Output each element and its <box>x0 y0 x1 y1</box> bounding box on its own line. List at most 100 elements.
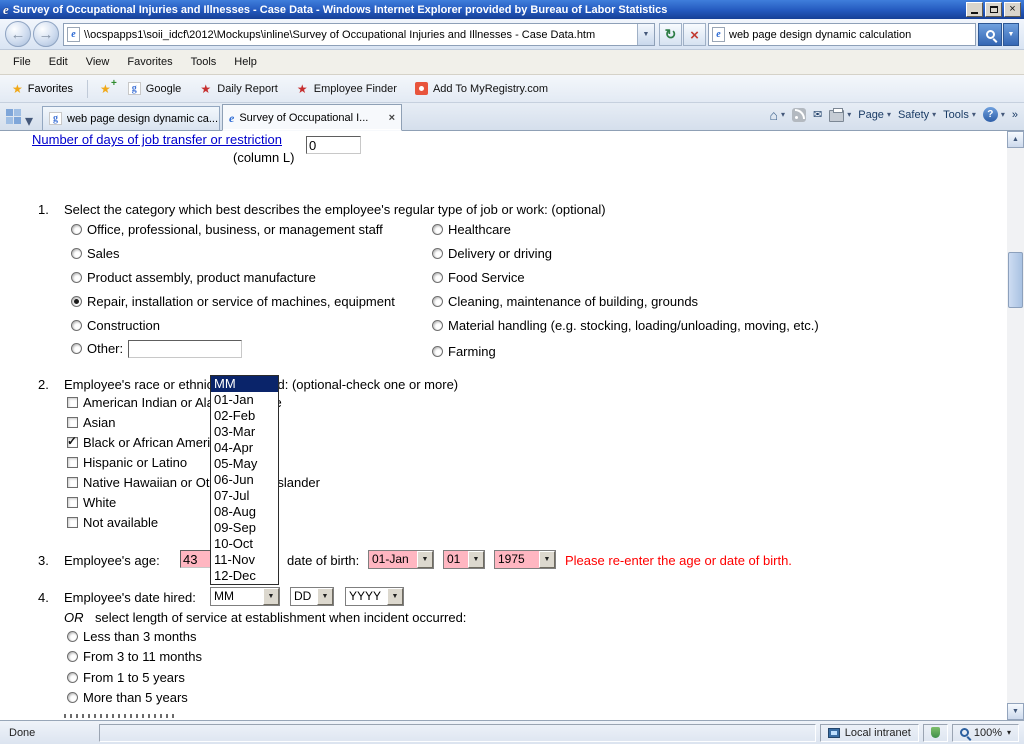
feeds-button[interactable] <box>792 108 806 122</box>
dropdown-option[interactable]: 05-May <box>211 456 278 472</box>
other-input[interactable] <box>128 340 242 358</box>
checkbox-icon[interactable] <box>67 397 78 408</box>
dob-day-select[interactable]: 01 <box>443 550 485 569</box>
radio-icon[interactable] <box>67 692 78 703</box>
dropdown-option[interactable]: 08-Aug <box>211 504 278 520</box>
radio-icon[interactable] <box>71 296 82 307</box>
dropdown-option[interactable]: 02-Feb <box>211 408 278 424</box>
days-transfer-input[interactable] <box>306 136 361 154</box>
checkbox-icon[interactable] <box>67 417 78 428</box>
back-button[interactable] <box>5 21 31 47</box>
tab-active[interactable]: e Survey of Occupational I... <box>222 104 402 131</box>
checkbox-icon[interactable] <box>67 517 78 528</box>
dob-year-select[interactable]: 1975 <box>494 550 556 569</box>
favorite-myregistry[interactable]: Add To MyRegistry.com <box>410 79 553 98</box>
radio-icon[interactable] <box>432 296 443 307</box>
checkbox-icon[interactable] <box>67 477 78 488</box>
scroll-up-button[interactable] <box>1007 131 1024 148</box>
vertical-scrollbar[interactable] <box>1007 131 1024 720</box>
close-button[interactable] <box>1004 2 1021 17</box>
menu-help[interactable]: Help <box>225 52 266 72</box>
search-input[interactable]: web page design dynamic calculation <box>729 29 911 41</box>
dropdown-option[interactable]: 09-Sep <box>211 520 278 536</box>
home-button[interactable] <box>770 109 785 121</box>
hired-day-select[interactable]: DD <box>290 587 334 606</box>
maximize-button[interactable] <box>985 2 1002 17</box>
dropdown-option[interactable]: 11-Nov <box>211 552 278 568</box>
chevron-down-icon[interactable] <box>387 588 403 605</box>
q4-option[interactable]: From 1 to 5 years <box>67 669 185 686</box>
q2-option[interactable]: Hispanic or Latino <box>67 454 187 471</box>
dob-month-select[interactable]: 01-Jan <box>368 550 434 569</box>
address-url[interactable]: \\ocspapps1\soii_idcf\2012\Mockups\inlin… <box>84 29 633 41</box>
page-menu-button[interactable]: Page <box>858 109 891 121</box>
chevron-down-icon[interactable] <box>317 588 333 605</box>
read-mail-button[interactable] <box>813 108 822 121</box>
q2-option[interactable]: Native Hawaiian or Other Pacific Islande… <box>67 474 320 491</box>
scrollbar-thumb[interactable] <box>1008 252 1023 308</box>
dropdown-option-selected[interactable]: MM <box>211 376 278 392</box>
q4-option[interactable]: From 3 to 11 months <box>67 648 202 665</box>
toolbar-overflow-button[interactable] <box>1012 109 1018 121</box>
radio-icon[interactable] <box>71 320 82 331</box>
q2-option[interactable]: Black or African American <box>67 434 231 451</box>
search-options-button[interactable] <box>1003 23 1019 46</box>
print-button[interactable] <box>829 108 851 122</box>
q2-option[interactable]: Not available <box>67 514 158 531</box>
q1-option[interactable]: Material handling (e.g. stocking, loadin… <box>432 317 819 334</box>
address-dropdown-button[interactable] <box>637 24 654 45</box>
q1-option[interactable]: Healthcare <box>432 221 511 238</box>
zoom-control[interactable]: 100% <box>952 724 1019 742</box>
safety-menu-button[interactable]: Safety <box>898 109 936 121</box>
radio-icon[interactable] <box>67 672 78 683</box>
radio-icon[interactable] <box>432 224 443 235</box>
close-tab-button[interactable] <box>389 112 395 124</box>
dropdown-option[interactable]: 07-Jul <box>211 488 278 504</box>
month-dropdown-list[interactable]: MM 01-Jan 02-Feb 03-Mar 04-Apr 05-May 06… <box>210 375 279 585</box>
search-button[interactable] <box>978 23 1002 46</box>
radio-icon[interactable] <box>432 320 443 331</box>
q4-option[interactable]: Less than 3 months <box>67 628 196 645</box>
radio-icon[interactable] <box>67 651 78 662</box>
radio-icon[interactable] <box>71 343 82 354</box>
favorite-daily-report[interactable]: Daily Report <box>194 79 283 98</box>
chevron-down-icon[interactable] <box>263 588 279 605</box>
dropdown-option[interactable]: 06-Jun <box>211 472 278 488</box>
hired-month-select[interactable]: MM <box>210 587 280 606</box>
q4-option[interactable]: More than 5 years <box>67 689 188 706</box>
chevron-down-icon[interactable] <box>539 551 555 568</box>
favorite-google[interactable]: Google <box>123 79 186 98</box>
radio-icon[interactable] <box>432 272 443 283</box>
menu-tools[interactable]: Tools <box>182 52 226 72</box>
q1-option[interactable]: Cleaning, maintenance of building, groun… <box>432 293 698 310</box>
q1-option[interactable]: Repair, installation or service of machi… <box>71 293 395 310</box>
hired-year-select[interactable]: YYYY <box>345 587 404 606</box>
radio-icon[interactable] <box>432 248 443 259</box>
stop-button[interactable] <box>683 23 706 46</box>
search-box[interactable]: e web page design dynamic calculation <box>708 23 976 46</box>
radio-icon[interactable] <box>67 631 78 642</box>
dropdown-option[interactable]: 10-Oct <box>211 536 278 552</box>
menu-view[interactable]: View <box>77 52 119 72</box>
scroll-down-button[interactable] <box>1007 703 1024 720</box>
refresh-button[interactable] <box>659 23 682 46</box>
favorites-button[interactable]: Favorites <box>6 79 79 99</box>
q1-option[interactable]: Product assembly, product manufacture <box>71 269 316 286</box>
q1-option[interactable]: Food Service <box>432 269 525 286</box>
radio-icon[interactable] <box>71 224 82 235</box>
chevron-down-icon[interactable] <box>417 551 433 568</box>
q1-option[interactable]: Farming <box>432 343 496 360</box>
quick-tabs-button[interactable] <box>6 109 21 124</box>
menu-file[interactable]: File <box>4 52 40 72</box>
dropdown-option[interactable]: 01-Jan <box>211 392 278 408</box>
help-button[interactable] <box>983 107 1005 122</box>
menu-edit[interactable]: Edit <box>40 52 77 72</box>
dropdown-option[interactable]: 12-Dec <box>211 568 278 584</box>
add-favorite-button[interactable]: + <box>96 80 115 98</box>
forward-button[interactable] <box>33 21 59 47</box>
address-bar[interactable]: e \\ocspapps1\soii_idcf\2012\Mockups\inl… <box>63 23 655 46</box>
job-transfer-link[interactable]: Number of days of job transfer or restri… <box>32 132 282 147</box>
checkbox-icon[interactable] <box>67 497 78 508</box>
menu-favorites[interactable]: Favorites <box>118 52 181 72</box>
tab-inactive[interactable]: web page design dynamic ca... <box>42 106 220 130</box>
